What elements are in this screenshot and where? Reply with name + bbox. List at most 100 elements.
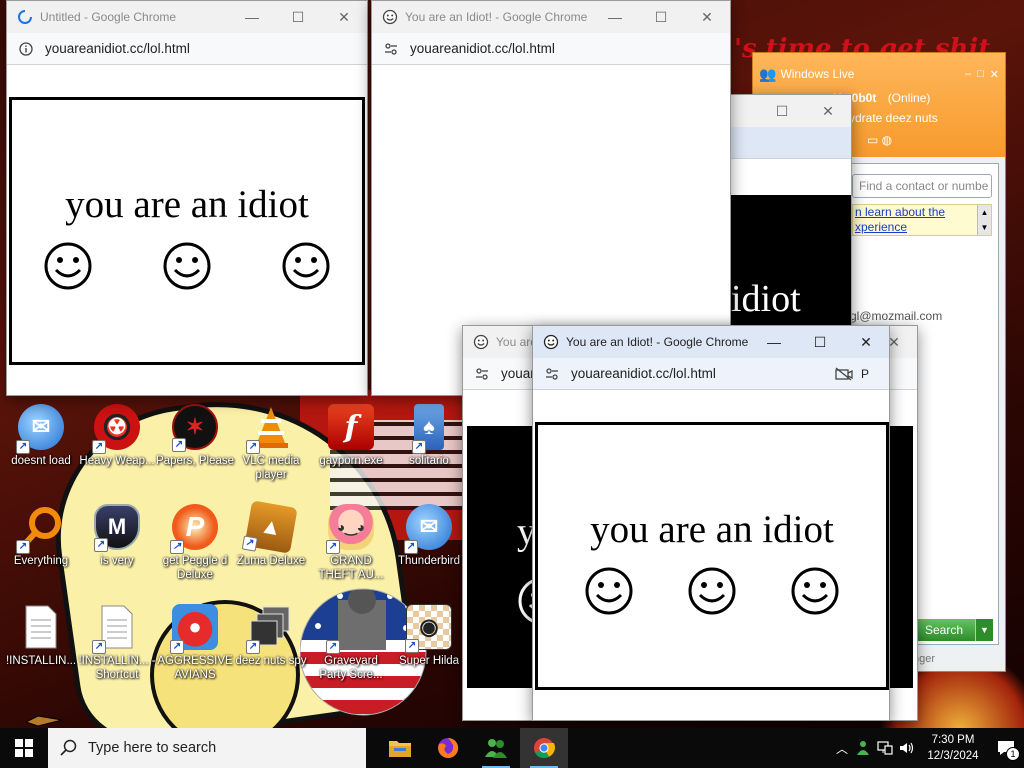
minimize-icon[interactable]: — bbox=[229, 1, 275, 33]
browser-window-idiot-active[interactable]: You are an Idiot! - Google Chrome — ☐ ✕ … bbox=[532, 325, 890, 721]
desktop-icon-super-hilda[interactable]: ◉ ↗ Super Hilda bbox=[390, 604, 468, 668]
desktop-icon-heavy-weapon[interactable]: ☢ ↗ Heavy Weap... bbox=[78, 404, 156, 468]
url-text[interactable]: youareanidiot.cc/lol.html bbox=[45, 41, 190, 56]
msn-contact[interactable]: gl@mozmail.com bbox=[850, 306, 998, 327]
minimize-icon[interactable]: — bbox=[592, 1, 638, 33]
peggle-icon: P ↗ bbox=[170, 504, 218, 554]
taskbar-clock[interactable]: 7:30 PM 12/3/2024 bbox=[918, 732, 988, 764]
windows-logo-icon bbox=[15, 739, 33, 757]
smiley-favicon-icon bbox=[382, 9, 398, 25]
search-icon bbox=[60, 739, 77, 756]
chrome-icon bbox=[534, 738, 555, 759]
desktop-icon-vlc[interactable]: ↗ VLC media player bbox=[232, 404, 310, 482]
info-icon[interactable] bbox=[19, 41, 35, 56]
desktop-icon-thunderbird[interactable]: ✉ ↗ Thunderbird bbox=[390, 504, 468, 568]
maximize-icon[interactable]: ☐ bbox=[275, 1, 321, 33]
smiley-icon bbox=[791, 567, 839, 615]
desktop-icon-installing-shortcut[interactable]: ↗ !INSTALLIN... - Shortcut bbox=[78, 604, 156, 682]
taskbar: Type here to search ︿ 7:30 PM 12/3/2024 … bbox=[0, 728, 1024, 768]
desktop-icon-doesnt-load[interactable]: ✉ ↗ doesnt load bbox=[2, 404, 80, 468]
url-text[interactable]: youareanidiot.cc/lol.html bbox=[571, 366, 835, 381]
msn-promo-scroll[interactable]: ▲ ▼ bbox=[977, 205, 991, 235]
browser-window-untitled[interactable]: Untitled - Google Chrome — ☐ ✕ youareani… bbox=[6, 0, 368, 396]
messenger-tray-icon[interactable] bbox=[852, 740, 874, 756]
desktop-icon-installing[interactable]: !INSTALLIN... bbox=[2, 604, 80, 668]
window-titlebar: You are an Idiot! - Google Chrome — ☐ ✕ bbox=[533, 326, 889, 358]
desktop-icon-gta[interactable]: ◕‿◕ ↗ GRAND THEFT AU... bbox=[312, 504, 390, 582]
chevron-up-icon[interactable]: ︿ bbox=[832, 740, 852, 757]
address-bar[interactable]: youareanidiot.cc/lol.html P bbox=[533, 358, 889, 390]
page-content: you are an idiot bbox=[7, 65, 367, 395]
minimize-icon[interactable]: – bbox=[965, 68, 971, 81]
msn-promo-link[interactable]: n learn about the bbox=[855, 205, 991, 220]
msn-contact-search-input[interactable]: Find a contact or numbe bbox=[852, 174, 992, 198]
close-icon[interactable]: ✕ bbox=[321, 1, 367, 33]
taskbar-firefox[interactable] bbox=[424, 728, 472, 768]
smiley-row bbox=[43, 241, 331, 291]
desktop-icon-zuma[interactable]: ▲ ↗ Zuma Deluxe bbox=[232, 500, 310, 568]
maximize-icon[interactable]: ☐ bbox=[759, 95, 805, 127]
maximize-icon[interactable]: □ bbox=[977, 68, 984, 81]
close-icon[interactable]: ✕ bbox=[843, 326, 889, 358]
network-icon[interactable] bbox=[874, 741, 896, 755]
idiot-text: idiot bbox=[731, 278, 801, 320]
msn-promo-banner: n learn about the xperience ▲ ▼ bbox=[852, 204, 992, 236]
taskbar-file-explorer[interactable] bbox=[376, 728, 424, 768]
zuma-icon: ▲ ↗ bbox=[241, 500, 298, 554]
address-bar[interactable]: youareanidiot.cc/lol.html bbox=[372, 33, 730, 65]
camera-blocked-icon[interactable] bbox=[835, 366, 853, 381]
window-title: Untitled - Google Chrome bbox=[40, 10, 177, 24]
close-icon[interactable]: ✕ bbox=[684, 1, 730, 33]
smiley-row bbox=[584, 566, 840, 616]
text-file-icon bbox=[18, 604, 64, 650]
msn-search-button[interactable]: Search bbox=[913, 619, 975, 641]
profile-initial[interactable]: P bbox=[861, 367, 869, 381]
site-settings-icon[interactable] bbox=[545, 367, 561, 381]
smiley-favicon-icon bbox=[543, 334, 559, 350]
desktop-icon-graveyard-party[interactable]: ↗ Graveyard Party Scre... bbox=[312, 604, 390, 682]
desktop-icon-everything[interactable]: ↗ Everything bbox=[2, 504, 80, 568]
taskbar-messenger[interactable] bbox=[472, 728, 520, 768]
maximize-icon[interactable]: ☐ bbox=[638, 1, 684, 33]
msn-search-dropdown-icon[interactable]: ▼ bbox=[975, 619, 993, 641]
site-settings-icon[interactable] bbox=[475, 367, 491, 381]
angry-bird-icon: ● ↗ bbox=[170, 604, 218, 654]
taskbar-search-box[interactable]: Type here to search bbox=[48, 728, 366, 768]
idiot-box: you are an idiot bbox=[9, 97, 365, 365]
start-button[interactable] bbox=[0, 728, 48, 768]
desktop-icon-papers-please[interactable]: ✶ ↗ Papers, Please bbox=[156, 404, 234, 468]
smiley-icon bbox=[282, 242, 330, 290]
pixel-dog-icon: ◉ ↗ bbox=[405, 604, 452, 653]
taskbar-chrome[interactable] bbox=[520, 728, 568, 768]
notification-count-badge: 1 bbox=[1006, 747, 1020, 761]
url-text[interactable]: youar bbox=[501, 366, 535, 381]
notification-center-button[interactable]: 1 bbox=[988, 728, 1024, 768]
minimize-icon[interactable]: — bbox=[751, 326, 797, 358]
folder-icon bbox=[389, 741, 411, 757]
firefox-icon bbox=[438, 737, 459, 758]
close-icon[interactable]: ✕ bbox=[805, 95, 851, 127]
close-icon[interactable]: ✕ bbox=[990, 68, 999, 81]
wallpaper-knife bbox=[24, 715, 63, 727]
desktop-icon-deez-nuts-spy[interactable]: ↗ deez nuts spy bbox=[232, 604, 310, 668]
desktop-icon-is-very[interactable]: M ↗ is very bbox=[78, 504, 156, 568]
window-titlebar: Untitled - Google Chrome — ☐ ✕ bbox=[7, 1, 367, 33]
msn-promo-link-2[interactable]: xperience bbox=[855, 220, 991, 235]
msn-status[interactable]: (Online) bbox=[888, 91, 931, 105]
site-settings-icon[interactable] bbox=[384, 42, 400, 56]
url-text[interactable]: youareanidiot.cc/lol.html bbox=[410, 41, 555, 56]
smiley-icon bbox=[688, 567, 736, 615]
papers-please-icon: ✶ ↗ bbox=[172, 404, 218, 452]
volume-icon[interactable] bbox=[896, 741, 918, 755]
desktop-icon-flash[interactable]: f gayporn.exe bbox=[312, 404, 390, 468]
desktop-icon-solitario[interactable]: ♠ ↗ solitario bbox=[390, 404, 468, 468]
maximize-icon[interactable]: ☐ bbox=[797, 326, 843, 358]
desktop-icon-aggressive-avians[interactable]: ● ↗ AGGRESSIVE AVIANS bbox=[156, 604, 234, 682]
idiot-box: you are an idiot bbox=[535, 422, 889, 690]
solitaire-icon: ♠ ↗ bbox=[412, 404, 444, 454]
system-tray: ︿ 7:30 PM 12/3/2024 1 bbox=[832, 728, 1024, 768]
idiot-text: you are an idiot bbox=[65, 183, 309, 226]
address-bar[interactable]: youareanidiot.cc/lol.html bbox=[7, 33, 367, 65]
desktop-icon-peggle[interactable]: P ↗ get Peggle d Deluxe bbox=[156, 504, 234, 582]
vlc-cone-icon: ↗ bbox=[246, 404, 294, 454]
